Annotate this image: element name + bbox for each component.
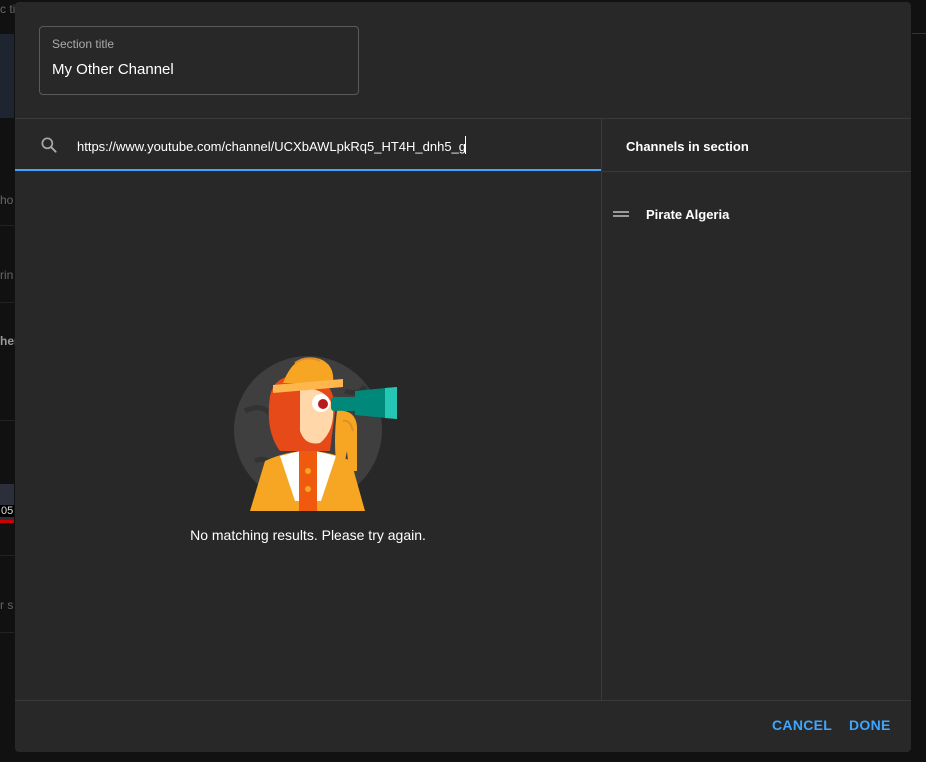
background-thumbnail [0,34,14,118]
background-progress [0,520,14,523]
background-text: rin [0,268,14,282]
background-divider [0,420,14,421]
explorer-binoculars-illustration [234,356,397,511]
done-button[interactable]: DONE [839,708,901,742]
edit-section-dialog: Section title My Other Channel https://w… [15,2,911,752]
drag-handle-icon[interactable] [613,211,629,217]
panel-divider [601,119,602,700]
section-title-input[interactable]: My Other Channel [52,61,174,78]
background-duration-badge: 05 [0,505,15,517]
channel-search-bar [15,119,601,171]
background-text: ho [0,193,14,207]
background-divider [912,33,926,34]
channels-panel-heading: Channels in section [626,139,749,154]
channel-search-input[interactable] [77,135,577,157]
background-divider [0,225,14,226]
background-divider [0,632,14,633]
background-text: c ti [0,2,16,16]
background-text: r s [0,598,14,612]
background-divider [0,555,14,556]
search-icon [41,137,57,153]
divider [602,171,911,172]
section-title-field[interactable]: Section title My Other Channel [39,26,359,95]
background-divider [0,302,14,303]
channel-list-item[interactable]: Pirate Algeria [611,198,901,228]
channel-name: Pirate Algeria [646,207,730,222]
text-caret [465,136,466,154]
no-results-message: No matching results. Please try again. [190,527,426,543]
section-title-label: Section title [52,37,115,51]
footer-divider [15,700,911,701]
cancel-button[interactable]: CANCEL [762,708,842,742]
search-focus-underline [15,169,601,171]
